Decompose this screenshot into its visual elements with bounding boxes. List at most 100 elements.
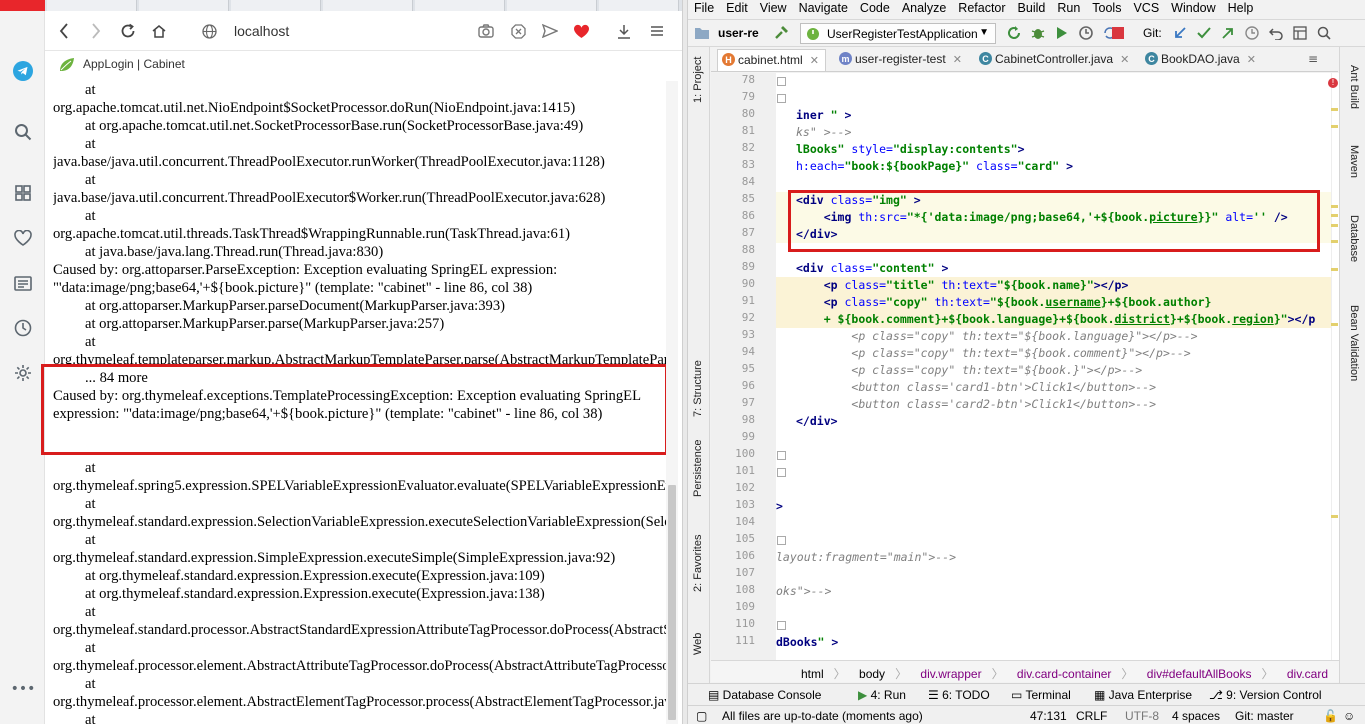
debug-icon[interactable]: [1029, 24, 1047, 42]
download-icon[interactable]: [613, 21, 635, 41]
send-icon[interactable]: [539, 21, 561, 41]
tool-project[interactable]: 1: Project: [692, 57, 704, 103]
back-button[interactable]: [53, 21, 75, 41]
tool-run[interactable]: ▶ 4: Run: [858, 688, 906, 702]
lock-icon[interactable]: 🔓: [1323, 709, 1338, 723]
adblock-icon[interactable]: [507, 21, 529, 41]
menu-window[interactable]: Window: [1165, 0, 1221, 17]
menu-run[interactable]: Run: [1051, 0, 1086, 17]
fold-marker-icon[interactable]: [777, 536, 786, 545]
tool-todo[interactable]: ☰ 6: TODO: [928, 688, 990, 702]
crumb-card-container[interactable]: div.card-container: [1017, 667, 1112, 681]
browser-tab[interactable]: [139, 0, 229, 11]
git-rollback-icon[interactable]: [1267, 24, 1285, 42]
tool-database[interactable]: Database: [1348, 215, 1360, 262]
close-icon[interactable]: ✕: [810, 55, 819, 67]
scroll-marker[interactable]: [1331, 125, 1338, 128]
forward-button[interactable]: [85, 21, 107, 41]
menu-view[interactable]: View: [754, 0, 793, 17]
menu-navigate[interactable]: Navigate: [793, 0, 854, 17]
tab-user-register-test[interactable]: m user-register-test ✕: [835, 49, 968, 71]
stop-icon[interactable]: [1109, 24, 1127, 42]
fold-marker-icon[interactable]: [777, 451, 786, 460]
crumb-html[interactable]: html: [801, 667, 824, 681]
tool-persistence[interactable]: Persistence: [692, 440, 704, 497]
search-everywhere-icon[interactable]: [1315, 24, 1333, 42]
scroll-marker[interactable]: [1331, 268, 1338, 271]
fold-marker-icon[interactable]: [777, 94, 786, 103]
scroll-marker[interactable]: [1331, 515, 1338, 518]
git-commit-icon[interactable]: [1195, 24, 1213, 42]
menu-code[interactable]: Code: [854, 0, 896, 17]
fold-marker-icon[interactable]: [777, 621, 786, 630]
tab-list-icon[interactable]: ≡: [1308, 52, 1318, 66]
tab-cabinet-controller[interactable]: C CabinetController.java ✕: [975, 49, 1135, 71]
error-indicator-icon[interactable]: !: [1328, 78, 1338, 88]
tool-maven[interactable]: Maven: [1348, 145, 1360, 178]
git-branch[interactable]: Git: master: [1235, 709, 1294, 723]
tool-terminal[interactable]: ▭ Terminal: [1011, 688, 1071, 702]
browser-tab[interactable]: [599, 0, 679, 11]
menu-file[interactable]: File: [688, 0, 720, 17]
run-coverage-icon[interactable]: [1053, 24, 1071, 42]
run-config-select[interactable]: UserRegisterTestApplication ▼: [800, 23, 996, 44]
file-encoding[interactable]: UTF-8: [1125, 709, 1159, 723]
news-icon[interactable]: [11, 271, 35, 295]
project-structure-icon[interactable]: [1291, 24, 1309, 42]
scroll-marker[interactable]: [1331, 323, 1338, 326]
browser-tab[interactable]: [47, 0, 137, 11]
crumb-wrapper[interactable]: div.wrapper: [920, 667, 981, 681]
indent-setting[interactable]: 4 spaces: [1172, 709, 1220, 723]
fold-marker-icon[interactable]: [777, 468, 786, 477]
profile-icon[interactable]: [1077, 24, 1095, 42]
tool-ant-build[interactable]: Ant Build: [1348, 65, 1360, 109]
tool-java-enterprise[interactable]: ▦ Java Enterprise: [1094, 688, 1192, 702]
crumb-default-all-books[interactable]: div#defaultAllBooks: [1147, 667, 1252, 681]
tool-version-control[interactable]: ⎇ 9: Version Control: [1209, 688, 1322, 702]
favorite-heart-icon[interactable]: [570, 21, 592, 41]
git-history-icon[interactable]: [1243, 24, 1261, 42]
project-name[interactable]: user-re: [718, 26, 759, 40]
crumb-body[interactable]: body: [859, 667, 885, 681]
menu-build[interactable]: Build: [1012, 0, 1052, 17]
scroll-marker[interactable]: [1331, 205, 1338, 208]
caret-position[interactable]: 47:131: [1030, 709, 1067, 723]
scroll-marker[interactable]: [1331, 108, 1338, 111]
fold-marker-icon[interactable]: [777, 77, 786, 86]
heart-icon[interactable]: [11, 226, 35, 250]
build-hammer-icon[interactable]: [772, 24, 790, 42]
notifications-icon[interactable]: ☺: [1343, 709, 1355, 723]
rerun-icon[interactable]: [1005, 24, 1023, 42]
browser-tab[interactable]: [231, 0, 321, 11]
menu-help[interactable]: Help: [1222, 0, 1260, 17]
tab-cabinet-html[interactable]: H cabinet.html ✕: [717, 49, 826, 71]
editor-scrollbar[interactable]: [1331, 73, 1339, 660]
more-icon[interactable]: •••: [11, 677, 36, 701]
tab-bookdao[interactable]: C BookDAO.java ✕: [1141, 49, 1262, 71]
browser-tab[interactable]: [507, 0, 597, 11]
browser-tab[interactable]: [323, 0, 413, 11]
tool-web[interactable]: Web: [692, 633, 704, 655]
scroll-marker[interactable]: [1331, 240, 1338, 243]
browser-scrollbar-thumb[interactable]: [668, 485, 676, 720]
status-icon[interactable]: ▢: [696, 709, 707, 723]
tool-structure[interactable]: 7: Structure: [692, 360, 704, 417]
browser-tab[interactable]: [415, 0, 505, 11]
tool-database-console[interactable]: ▤ Database Console: [708, 688, 821, 702]
close-icon[interactable]: ✕: [953, 54, 962, 66]
menu-vcs[interactable]: VCS: [1127, 0, 1165, 17]
home-button[interactable]: [148, 21, 170, 41]
menu-analyze[interactable]: Analyze: [896, 0, 952, 17]
address-bar[interactable]: localhost: [234, 23, 289, 39]
scroll-marker[interactable]: [1331, 214, 1338, 217]
menu-icon[interactable]: [646, 21, 668, 41]
code-editor[interactable]: iner " > ks" >--> lBooks" style="display…: [776, 73, 1331, 660]
menu-edit[interactable]: Edit: [720, 0, 754, 17]
reload-button[interactable]: [117, 21, 139, 41]
camera-icon[interactable]: [475, 21, 497, 41]
menu-tools[interactable]: Tools: [1086, 0, 1127, 17]
git-update-icon[interactable]: [1171, 24, 1189, 42]
close-icon[interactable]: ✕: [1120, 54, 1129, 66]
scroll-marker[interactable]: [1331, 224, 1338, 227]
menu-refactor[interactable]: Refactor: [952, 0, 1011, 17]
